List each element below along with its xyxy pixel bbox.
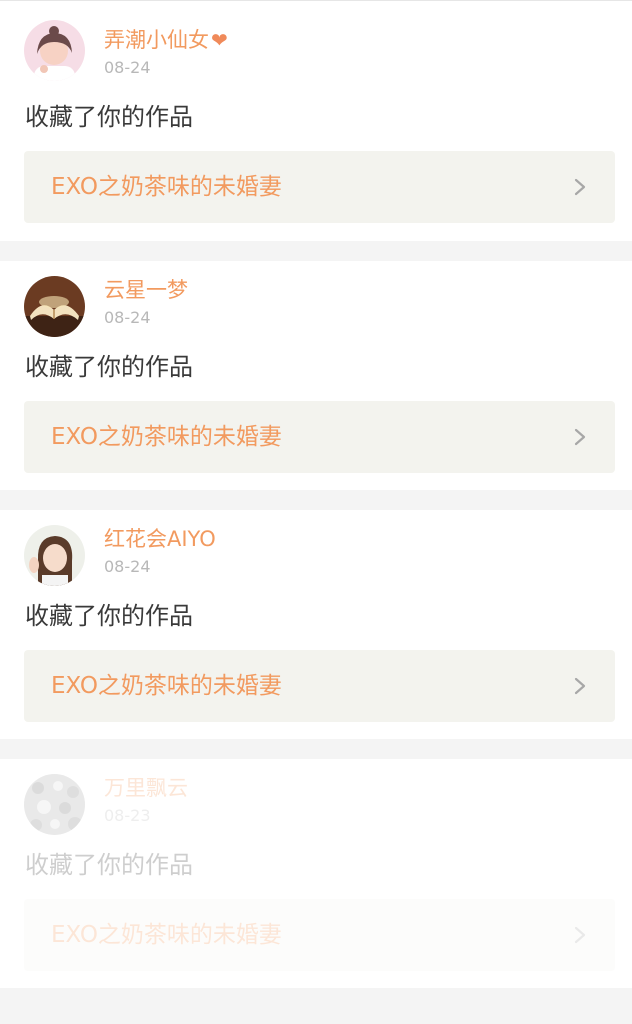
notification-item: 云星一梦 08-24 收藏了你的作品 EXO之奶茶味的未婚妻 (0, 261, 632, 490)
notification-item: 红花会AIYO 08-24 收藏了你的作品 EXO之奶茶味的未婚妻 (0, 510, 632, 739)
notification-date: 08-24 (104, 308, 151, 327)
work-card[interactable]: EXO之奶茶味的未婚妻 (24, 650, 615, 722)
username-text: 弄潮小仙女 (104, 28, 209, 52)
notification-date: 08-23 (104, 806, 151, 825)
work-title: EXO之奶茶味的未婚妻 (51, 673, 282, 699)
avatar[interactable] (24, 774, 85, 835)
notification-item: 万里飘云 08-23 收藏了你的作品 EXO之奶茶味的未婚妻 (0, 759, 632, 988)
notification-action: 收藏了你的作品 (25, 103, 193, 131)
work-card[interactable]: EXO之奶茶味的未婚妻 (24, 151, 615, 223)
avatar-image (24, 20, 85, 81)
work-title: EXO之奶茶味的未婚妻 (51, 424, 282, 450)
avatar-image (24, 276, 85, 337)
notification-action: 收藏了你的作品 (25, 353, 193, 381)
notification-date: 08-24 (104, 58, 151, 77)
username[interactable]: 弄潮小仙女 ❤ (104, 27, 228, 53)
avatar-image (24, 774, 85, 835)
avatar[interactable] (24, 276, 85, 337)
work-title: EXO之奶茶味的未婚妻 (51, 174, 282, 200)
username[interactable]: 云星一梦 (104, 277, 188, 303)
work-card[interactable]: EXO之奶茶味的未婚妻 (24, 899, 615, 971)
work-title: EXO之奶茶味的未婚妻 (51, 922, 282, 948)
username[interactable]: 红花会AIYO (104, 526, 216, 552)
chevron-right-icon (571, 178, 589, 196)
heart-icon: ❤ (211, 28, 228, 52)
chevron-right-icon (571, 926, 589, 944)
username[interactable]: 万里飘云 (104, 775, 188, 801)
avatar[interactable] (24, 20, 85, 81)
notification-date: 08-24 (104, 557, 151, 576)
notification-action: 收藏了你的作品 (25, 602, 193, 630)
avatar-image (24, 525, 85, 586)
avatar[interactable] (24, 525, 85, 586)
chevron-right-icon (571, 428, 589, 446)
work-card[interactable]: EXO之奶茶味的未婚妻 (24, 401, 615, 473)
notification-item: 弄潮小仙女 ❤ 08-24 收藏了你的作品 EXO之奶茶味的未婚妻 (0, 12, 632, 241)
notification-action: 收藏了你的作品 (25, 851, 193, 879)
notification-feed: 弄潮小仙女 ❤ 08-24 收藏了你的作品 EXO之奶茶味的未婚妻 云星一梦 08… (0, 0, 632, 1024)
top-divider (0, 0, 632, 12)
chevron-right-icon (571, 677, 589, 695)
